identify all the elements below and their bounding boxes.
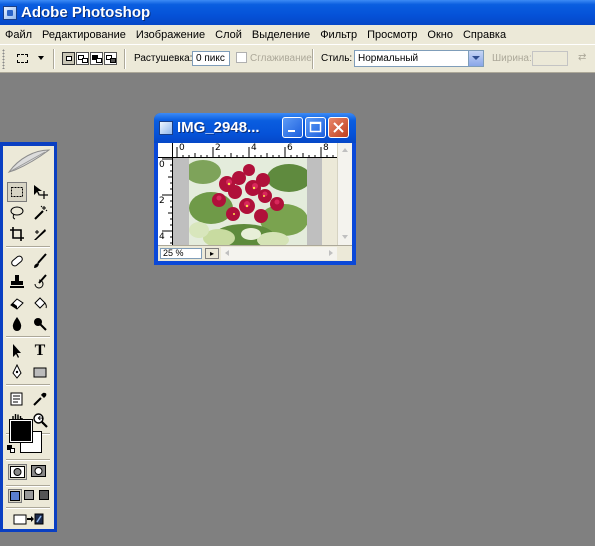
separator	[312, 49, 314, 69]
document-window[interactable]: IMG_2948... 0 2 4 6 8 0 2 4 25 % ▸	[154, 113, 356, 265]
horizontal-ruler[interactable]: 0 2 4 6 8	[173, 143, 337, 158]
foreground-color-swatch[interactable]	[9, 419, 33, 443]
menu-layer[interactable]: Слой	[210, 29, 247, 41]
ruler-left-label: 0	[159, 160, 165, 170]
eyedropper-icon[interactable]	[30, 389, 50, 409]
antialias-label: Сглаживание	[250, 53, 312, 64]
subtract-from-selection-button[interactable]	[90, 52, 103, 65]
feather-label: Растушевка:	[134, 53, 193, 64]
marquee-preset-icon	[17, 54, 28, 63]
flower-photo	[189, 158, 307, 245]
document-status-bar: 25 % ▸	[158, 245, 352, 261]
toolbox-feather-header[interactable]	[5, 146, 53, 176]
ruler-origin[interactable]	[158, 143, 173, 158]
separator	[53, 49, 55, 69]
notes-icon[interactable]	[7, 389, 27, 409]
menu-image[interactable]: Изображение	[131, 29, 210, 41]
menu-filter[interactable]: Фильтр	[315, 29, 362, 41]
options-bar-grip[interactable]	[2, 49, 5, 69]
separator	[124, 49, 126, 69]
style-label: Стиль:	[321, 53, 353, 64]
ruler-top-label: 6	[287, 143, 293, 153]
eraser-icon[interactable]	[7, 293, 27, 313]
slice-icon[interactable]	[30, 224, 50, 244]
dodge-icon[interactable]	[30, 314, 50, 334]
intersect-selection-button[interactable]	[104, 52, 117, 65]
menu-window[interactable]: Окно	[422, 29, 458, 41]
zoom-level-field[interactable]: 25 %	[160, 248, 202, 259]
standard-mode-icon[interactable]	[8, 464, 27, 480]
menu-select[interactable]: Выделение	[247, 29, 315, 41]
new-selection-button[interactable]	[62, 52, 75, 65]
move-icon[interactable]	[30, 182, 50, 202]
scroll-up-icon[interactable]	[342, 148, 348, 152]
chevron-down-icon[interactable]	[468, 51, 483, 66]
crop-icon[interactable]	[7, 224, 27, 244]
magic-wand-icon[interactable]	[30, 203, 50, 223]
feather-input[interactable]: 0 пикс	[192, 51, 230, 66]
document-icon	[159, 121, 173, 135]
default-colors-icon[interactable]	[7, 445, 15, 453]
scroll-left-icon[interactable]	[225, 250, 229, 256]
document-canvas[interactable]	[173, 158, 322, 245]
minimize-button[interactable]	[282, 117, 303, 138]
lasso-icon[interactable]	[7, 203, 27, 223]
jump-to-imageready-icon[interactable]	[11, 510, 47, 528]
chevron-down-icon[interactable]	[38, 56, 44, 60]
menu-edit[interactable]: Редактирование	[37, 29, 131, 41]
clone-stamp-icon[interactable]	[7, 272, 27, 292]
blur-icon[interactable]	[7, 314, 27, 334]
vertical-scrollbar[interactable]	[337, 143, 352, 245]
ruler-top-label: 8	[323, 143, 329, 153]
swap-dimensions-icon[interactable]: ⇄	[578, 53, 586, 63]
full-screen-menu-mode-icon[interactable]	[23, 489, 37, 503]
app-titlebar[interactable]: Adobe Photoshop	[0, 0, 595, 25]
history-brush-icon[interactable]	[30, 272, 50, 292]
options-bar: Растушевка: 0 пикс Сглаживание Стиль: Но…	[0, 44, 595, 73]
menu-file[interactable]: Файл	[0, 29, 37, 41]
close-button[interactable]	[328, 117, 349, 138]
menu-help[interactable]: Справка	[458, 29, 511, 41]
scroll-down-icon[interactable]	[342, 235, 348, 239]
ruler-top-label: 2	[215, 143, 221, 153]
antialias-checkbox[interactable]	[236, 52, 247, 63]
healing-brush-icon[interactable]	[7, 251, 27, 271]
photoshop-app-icon	[3, 5, 17, 20]
status-menu-icon[interactable]: ▸	[205, 248, 219, 259]
add-to-selection-button[interactable]	[76, 52, 89, 65]
brush-icon[interactable]	[30, 251, 50, 271]
tool-preset-picker[interactable]	[14, 51, 32, 66]
standard-screen-mode-icon[interactable]	[8, 489, 22, 503]
ruler-left-label: 2	[159, 196, 165, 206]
scroll-right-icon[interactable]	[329, 250, 333, 256]
document-title: IMG_2948...	[177, 119, 260, 136]
path-selection-icon[interactable]	[7, 341, 27, 361]
style-select-value: Нормальный	[358, 53, 419, 64]
toolbox-panel: T ↰	[0, 142, 57, 532]
vertical-ruler[interactable]: 0 2 4	[158, 158, 173, 245]
quick-mask-mode-icon[interactable]	[30, 464, 49, 480]
paint-bucket-icon[interactable]	[30, 293, 50, 313]
ruler-top-label: 4	[251, 143, 257, 153]
style-select[interactable]: Нормальный	[354, 50, 484, 67]
width-label: Ширина:	[492, 53, 532, 64]
ruler-top-label: 0	[179, 143, 185, 153]
rectangle-shape-icon[interactable]	[30, 362, 50, 382]
document-titlebar[interactable]: IMG_2948...	[154, 113, 356, 143]
menu-bar: Файл Редактирование Изображение Слой Выд…	[0, 25, 595, 44]
horizontal-scrollbar[interactable]	[221, 247, 337, 260]
swap-colors-icon[interactable]: ↰	[36, 416, 45, 427]
pen-icon[interactable]	[7, 362, 27, 382]
document-client-area: 0 2 4 6 8 0 2 4 25 % ▸	[158, 143, 352, 261]
width-input[interactable]	[532, 51, 568, 66]
ruler-left-label: 4	[159, 232, 165, 242]
app-title: Adobe Photoshop	[21, 4, 151, 21]
menu-view[interactable]: Просмотр	[362, 29, 422, 41]
full-screen-mode-icon[interactable]	[38, 489, 52, 503]
maximize-button[interactable]	[305, 117, 326, 138]
rectangular-marquee-icon[interactable]	[7, 182, 27, 202]
type-icon[interactable]: T	[30, 341, 50, 361]
